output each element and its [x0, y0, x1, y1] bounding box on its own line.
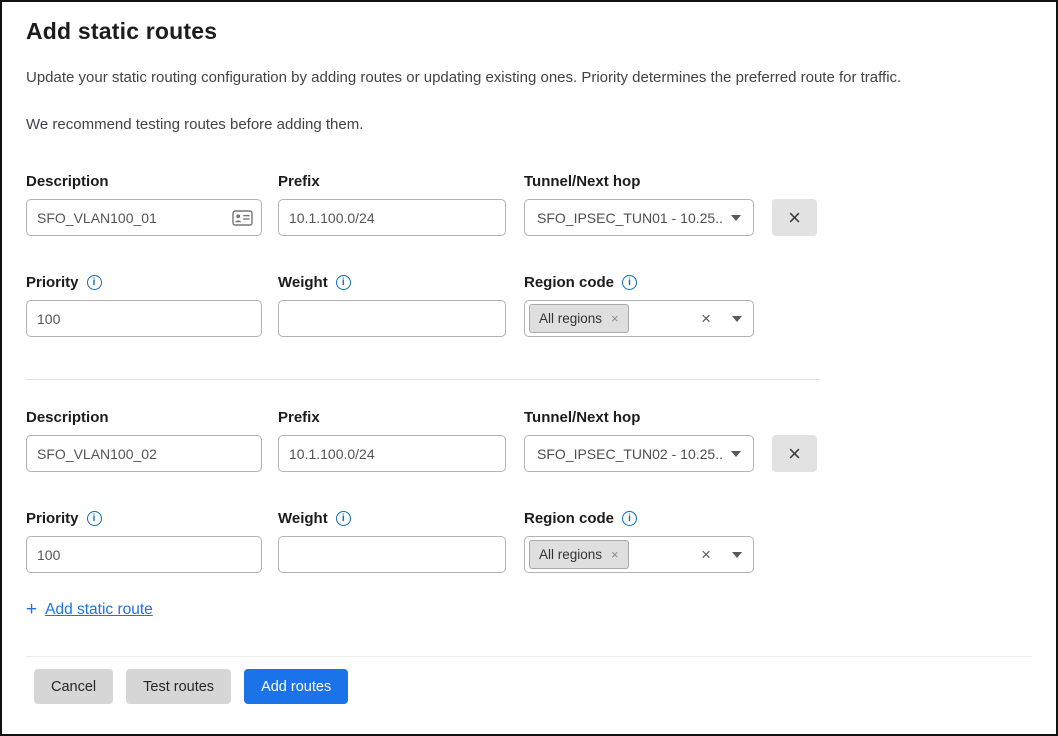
- add-static-routes-dialog: Add static routes Update your static rou…: [0, 0, 1058, 736]
- description-field-group: Description: [26, 407, 262, 472]
- prefix-label: Prefix: [278, 409, 320, 426]
- priority-field-group: Priority i: [26, 272, 262, 337]
- region-tag: All regions ×: [529, 540, 629, 569]
- add-static-route-link-row: + Add static route: [26, 599, 1032, 621]
- region-code-field-group: Region code i All regions × ×: [524, 272, 754, 337]
- tunnel-select-value: SFO_IPSEC_TUN02 - 10.25...: [537, 446, 723, 462]
- priority-input[interactable]: [26, 300, 262, 337]
- tunnel-next-hop-label: Tunnel/Next hop: [524, 409, 640, 426]
- tunnel-next-hop-label: Tunnel/Next hop: [524, 173, 640, 190]
- priority-info-icon[interactable]: i: [87, 511, 102, 526]
- region-code-info-icon[interactable]: i: [622, 275, 637, 290]
- priority-label: Priority: [26, 510, 79, 527]
- chevron-down-icon: [731, 451, 741, 457]
- prefix-input[interactable]: [278, 199, 506, 236]
- description-label: Description: [26, 173, 109, 190]
- clear-selection-icon[interactable]: ×: [701, 545, 711, 565]
- routes-list: Description: [26, 171, 1032, 621]
- dialog-footer: Cancel Test routes Add routes: [2, 657, 1056, 704]
- priority-input[interactable]: [26, 536, 262, 573]
- priority-label: Priority: [26, 274, 79, 291]
- prefix-input[interactable]: [278, 435, 506, 472]
- intro-text: Update your static routing configuration…: [26, 69, 1032, 86]
- remove-tag-icon[interactable]: ×: [611, 547, 619, 562]
- priority-info-icon[interactable]: i: [87, 275, 102, 290]
- region-code-label: Region code: [524, 510, 614, 527]
- region-code-combobox[interactable]: All regions × ×: [524, 536, 754, 573]
- remove-route-button[interactable]: ×: [772, 199, 817, 236]
- prefix-field-group: Prefix: [278, 407, 506, 472]
- region-tag-label: All regions: [539, 311, 602, 326]
- prefix-label: Prefix: [278, 173, 320, 190]
- test-routes-button[interactable]: Test routes: [126, 669, 231, 704]
- contact-card-icon: [232, 210, 253, 226]
- cancel-button[interactable]: Cancel: [34, 669, 113, 704]
- remove-route-button[interactable]: ×: [772, 435, 817, 472]
- prefix-field-group: Prefix: [278, 171, 506, 236]
- region-code-combobox[interactable]: All regions × ×: [524, 300, 754, 337]
- weight-label: Weight: [278, 274, 328, 291]
- recommendation-text: We recommend testing routes before addin…: [26, 116, 1032, 133]
- description-field-group: Description: [26, 171, 262, 236]
- region-code-label: Region code: [524, 274, 614, 291]
- tunnel-field-group: Tunnel/Next hop SFO_IPSEC_TUN01 - 10.25.…: [524, 171, 754, 236]
- weight-info-icon[interactable]: i: [336, 511, 351, 526]
- weight-info-icon[interactable]: i: [336, 275, 351, 290]
- tunnel-select-value: SFO_IPSEC_TUN01 - 10.25...: [537, 210, 723, 226]
- description-input[interactable]: [26, 199, 262, 236]
- weight-field-group: Weight i: [278, 508, 506, 573]
- region-tag-label: All regions: [539, 547, 602, 562]
- tunnel-next-hop-select[interactable]: SFO_IPSEC_TUN02 - 10.25...: [524, 435, 754, 472]
- chevron-down-icon: [731, 215, 741, 221]
- tunnel-next-hop-select[interactable]: SFO_IPSEC_TUN01 - 10.25...: [524, 199, 754, 236]
- chevron-down-icon: [732, 316, 742, 322]
- plus-icon: +: [26, 599, 37, 621]
- description-label: Description: [26, 409, 109, 426]
- route-divider: [26, 379, 820, 380]
- region-code-field-group: Region code i All regions × ×: [524, 508, 754, 573]
- chevron-down-icon: [732, 552, 742, 558]
- weight-field-group: Weight i: [278, 272, 506, 337]
- tunnel-field-group: Tunnel/Next hop SFO_IPSEC_TUN02 - 10.25.…: [524, 407, 754, 472]
- region-tag: All regions ×: [529, 304, 629, 333]
- add-static-route-link[interactable]: Add static route: [45, 601, 153, 619]
- static-route-form-1: Description: [26, 171, 1032, 337]
- region-code-info-icon[interactable]: i: [622, 511, 637, 526]
- add-routes-button[interactable]: Add routes: [244, 669, 348, 704]
- remove-tag-icon[interactable]: ×: [611, 311, 619, 326]
- clear-selection-icon[interactable]: ×: [701, 309, 711, 329]
- static-route-form-2: Description Prefix Tunnel/Next hop: [26, 407, 1032, 573]
- priority-field-group: Priority i: [26, 508, 262, 573]
- weight-input[interactable]: [278, 300, 506, 337]
- weight-input[interactable]: [278, 536, 506, 573]
- weight-label: Weight: [278, 510, 328, 527]
- page-title: Add static routes: [26, 18, 1032, 45]
- description-input[interactable]: [26, 435, 262, 472]
